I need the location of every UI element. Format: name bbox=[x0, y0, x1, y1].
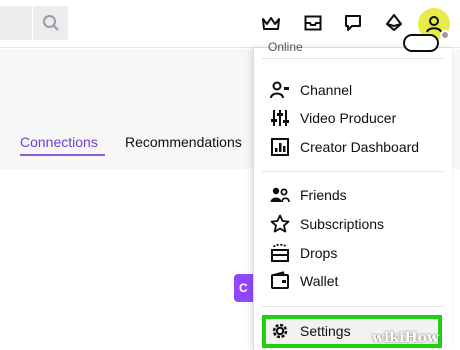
search-button[interactable] bbox=[32, 6, 68, 40]
active-tab-indicator bbox=[20, 154, 105, 156]
menu-item-wallet[interactable]: Wallet bbox=[262, 268, 445, 294]
bits-icon bbox=[386, 14, 402, 32]
creator-dashboard-icon bbox=[268, 135, 292, 159]
presence-status-dot bbox=[440, 30, 450, 40]
inbox-button[interactable] bbox=[300, 10, 326, 36]
user-avatar-icon bbox=[425, 15, 443, 33]
top-nav-bar bbox=[0, 0, 460, 48]
menu-divider bbox=[262, 58, 443, 59]
chat-bubble-icon bbox=[344, 14, 362, 32]
channel-icon bbox=[268, 78, 292, 102]
menu-item-label: Drops bbox=[300, 245, 338, 261]
prime-crown-button[interactable] bbox=[258, 10, 284, 36]
menu-item-drops[interactable]: Drops bbox=[262, 240, 445, 266]
menu-item-label: Channel bbox=[300, 82, 353, 98]
whispers-button[interactable] bbox=[340, 10, 366, 36]
search-icon bbox=[42, 14, 60, 32]
menu-item-label: Friends bbox=[300, 187, 347, 203]
drops-icon bbox=[268, 241, 292, 265]
search-input[interactable] bbox=[0, 6, 32, 40]
star-icon bbox=[268, 212, 292, 236]
menu-item-subscriptions[interactable]: Subscriptions bbox=[262, 211, 445, 237]
menu-item-label: Subscriptions bbox=[300, 216, 385, 232]
video-producer-icon bbox=[268, 106, 292, 130]
user-dropdown-menu: Online Channel Video Producer Creator Da… bbox=[253, 34, 452, 350]
crown-icon bbox=[261, 15, 281, 31]
gear-icon bbox=[268, 319, 292, 343]
online-status-toggle[interactable] bbox=[403, 34, 439, 52]
wallet-icon bbox=[268, 269, 292, 293]
tab-recommendations[interactable]: Recommendations bbox=[125, 134, 242, 150]
menu-item-channel[interactable]: Channel bbox=[262, 77, 445, 103]
menu-divider bbox=[262, 306, 443, 307]
menu-item-friends[interactable]: Friends bbox=[262, 182, 445, 208]
inbox-icon bbox=[304, 15, 322, 31]
menu-item-label: Video Producer bbox=[300, 110, 397, 126]
watermark-logo: wikiHow bbox=[372, 330, 440, 346]
bits-button[interactable] bbox=[381, 10, 407, 36]
online-status-label: Online bbox=[268, 40, 303, 54]
menu-item-video-producer[interactable]: Video Producer bbox=[262, 105, 445, 131]
tab-connections[interactable]: Connections bbox=[20, 134, 98, 150]
friends-icon bbox=[268, 183, 292, 207]
menu-item-label: Settings bbox=[300, 323, 351, 339]
menu-item-label: Wallet bbox=[300, 273, 339, 289]
menu-divider bbox=[262, 171, 443, 172]
menu-item-creator-dashboard[interactable]: Creator Dashboard bbox=[262, 134, 445, 160]
menu-item-label: Creator Dashboard bbox=[300, 139, 420, 155]
